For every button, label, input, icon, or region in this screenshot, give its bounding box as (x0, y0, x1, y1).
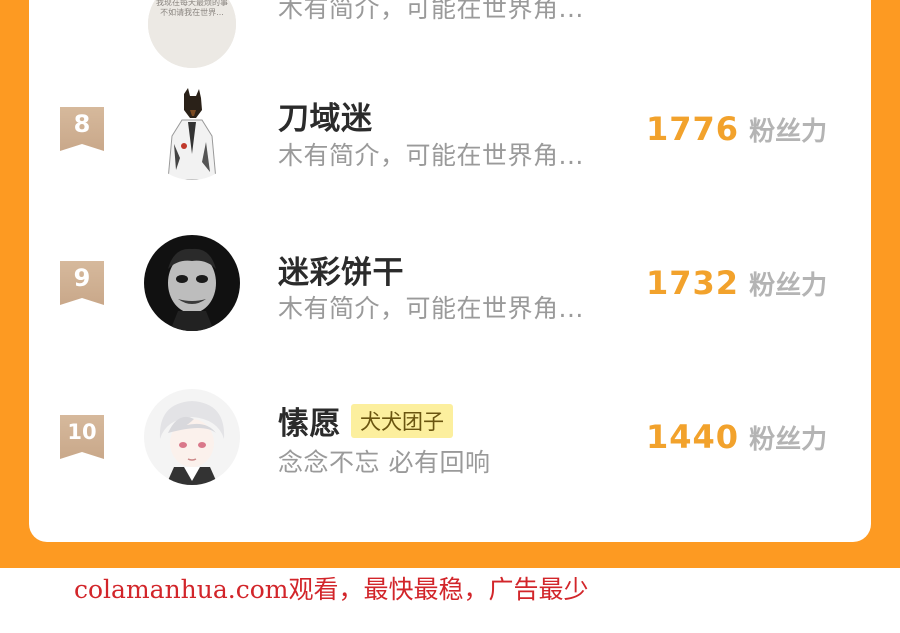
footer-strip (0, 612, 900, 633)
user-name-line: 迷彩饼干 (278, 247, 404, 292)
avatar-caption-line-1: 我现在每天最烦的事 (156, 0, 228, 7)
fans-label: 粉丝力 (749, 425, 828, 455)
fans-number: 1732 (646, 264, 740, 302)
user-name[interactable]: 愫愿 (278, 398, 341, 443)
avatar-doberman-image (144, 84, 240, 180)
user-name[interactable]: 刀域迷 (278, 93, 373, 138)
user-description: 木有简介，可能在世界角... (278, 0, 584, 23)
user-description: 木有简介，可能在世界角... (278, 141, 584, 170)
user-name-line: 刀域迷 (278, 93, 373, 138)
rank-badge: 10 (60, 415, 104, 459)
avatar-joker-image (144, 235, 240, 331)
ranking-row[interactable]: 10 愫愿 犬犬团子 念念不忘 必有回响 1440 粉丝力 (0, 386, 900, 496)
ranking-row[interactable]: 8 刀域迷 木有简介，可能在世界角... 1776 粉丝力 (0, 78, 900, 188)
ranking-row-partial[interactable]: 我现在每天最烦的事 不如请我在世界... 木有简介，可能在世界角... (0, 0, 900, 68)
avatar[interactable] (144, 84, 240, 180)
rank-badge: 9 (60, 261, 104, 305)
ranking-row[interactable]: 9 迷彩饼干 木有简介，可能在世界角... 1732 粉丝力 (0, 232, 900, 342)
fans-score: 1776 粉丝力 (646, 110, 827, 148)
user-description: 木有简介，可能在世界角... (278, 294, 584, 323)
fans-number: 1440 (646, 418, 740, 456)
avatar[interactable] (144, 235, 240, 331)
fans-label: 粉丝力 (749, 271, 828, 301)
avatar[interactable] (144, 389, 240, 485)
fans-label: 粉丝力 (749, 117, 828, 147)
user-name[interactable]: 迷彩饼干 (278, 247, 404, 292)
fans-score: 1732 粉丝力 (646, 264, 827, 302)
avatar-caption: 我现在每天最烦的事 不如请我在世界... (152, 0, 232, 18)
watermark-footer-text: colamanhua.com观看，最快最稳，广告最少 (74, 575, 589, 604)
avatar-anime-boy-image (144, 389, 240, 485)
avatar-caption-line-2: 不如请我在世界... (160, 8, 224, 17)
rank-badge: 8 (60, 107, 104, 151)
user-description: 念念不忘 必有回响 (278, 448, 491, 477)
fans-number: 1776 (646, 110, 740, 148)
fan-group-badge[interactable]: 犬犬团子 (351, 403, 453, 438)
fans-score: 1440 粉丝力 (646, 418, 827, 456)
user-name-line: 愫愿 犬犬团子 (278, 398, 453, 443)
